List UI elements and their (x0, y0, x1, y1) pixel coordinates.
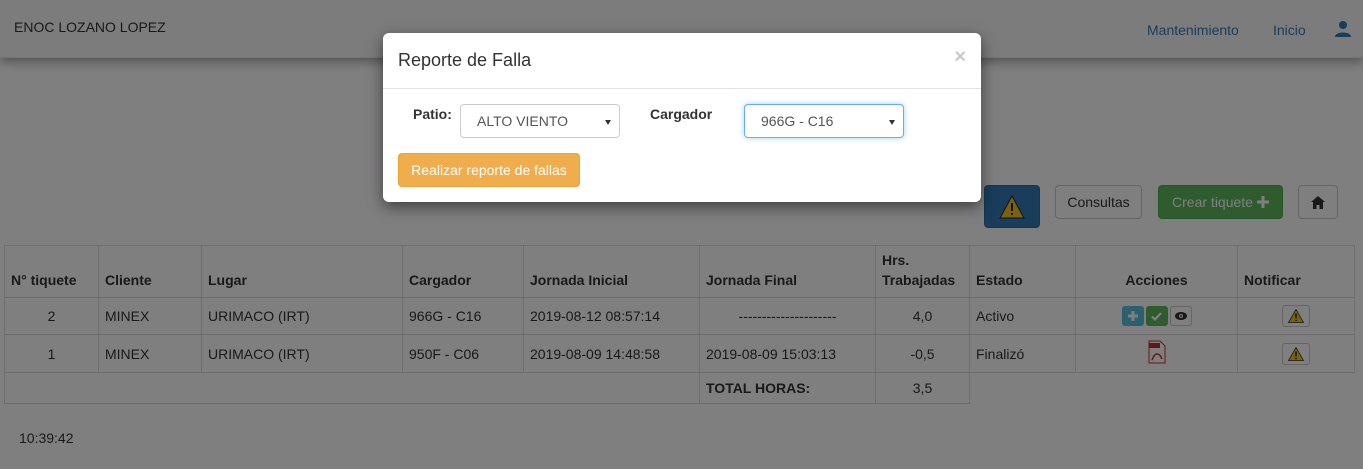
patio-select[interactable]: ALTO VIENTO (460, 104, 620, 138)
chevron-down-icon (889, 120, 895, 125)
cargador-label: Cargador (650, 106, 713, 122)
modal-title: Reporte de Falla (398, 50, 532, 70)
modal-header: Reporte de Falla × (383, 33, 981, 89)
realizar-reporte-button[interactable]: Realizar reporte de fallas (398, 153, 580, 187)
report-modal: Reporte de Falla × Patio: ALTO VIENTO Ca… (383, 33, 981, 202)
close-icon[interactable]: × (954, 46, 966, 69)
patio-label: Patio: (413, 106, 452, 122)
chevron-down-icon (605, 120, 611, 125)
cargador-value: 966G - C16 (761, 113, 834, 129)
cargador-select[interactable]: 966G - C16 (744, 104, 904, 138)
patio-value: ALTO VIENTO (477, 113, 569, 129)
